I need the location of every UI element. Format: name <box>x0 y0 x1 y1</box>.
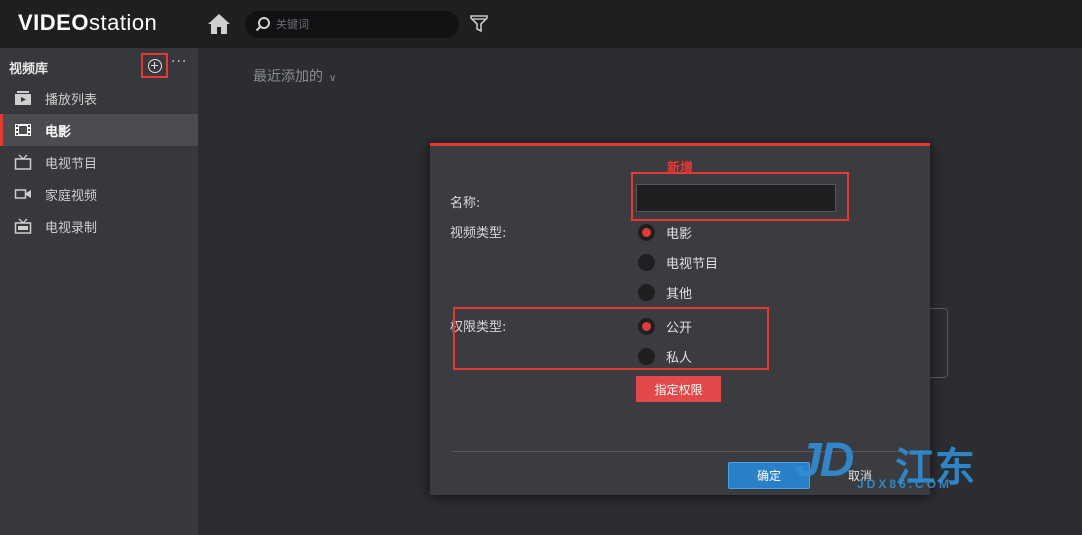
filter-icon[interactable] <box>469 14 489 34</box>
sidebar: 视频库 ··· 播放列表 电影 电视节目 家庭视频 电视录制 <box>0 48 198 535</box>
dialog-title: 新增 <box>666 161 693 176</box>
radio-video-type-other[interactable]: 其他 <box>638 283 692 302</box>
chevron-down-icon: ∨ <box>329 73 337 84</box>
sidebar-item-playlist[interactable]: 播放列表 <box>0 82 198 114</box>
permission-type-label: 权限类型: <box>450 320 507 335</box>
sidebar-item-label: 电影 <box>45 124 72 140</box>
radio-video-type-movie[interactable]: 电影 <box>638 223 692 242</box>
tv-record-icon <box>14 218 32 234</box>
sidebar-item-home-videos[interactable]: 家庭视频 <box>0 178 198 210</box>
radio-label: 电视节目 <box>666 257 719 272</box>
ok-button[interactable]: 确定 <box>728 462 810 489</box>
sidebar-item-label: 电视节目 <box>45 156 98 172</box>
radio-button-icon <box>638 284 655 301</box>
camcorder-icon <box>14 189 31 199</box>
video-type-label: 视频类型: <box>450 226 507 241</box>
radio-permission-public[interactable]: 公开 <box>638 317 692 336</box>
logo-bold-text: VIDEO <box>18 10 89 35</box>
playlist-icon <box>15 91 31 105</box>
library-nav: 播放列表 电影 电视节目 家庭视频 电视录制 <box>0 82 198 242</box>
more-options-button[interactable]: ··· <box>171 54 187 70</box>
radio-button-icon <box>638 348 655 365</box>
film-icon <box>15 124 31 136</box>
radio-label: 公开 <box>666 321 693 336</box>
app-logo: VIDEOstation <box>18 10 157 40</box>
plus-circle-icon <box>147 58 162 73</box>
sidebar-item-label: 电视录制 <box>45 220 98 236</box>
search-icon <box>255 17 270 32</box>
search-box[interactable] <box>245 11 459 38</box>
section-title: 最近添加的 <box>253 69 323 85</box>
sidebar-item-movies[interactable]: 电影 <box>0 114 198 146</box>
sidebar-item-tv-shows[interactable]: 电视节目 <box>0 146 198 178</box>
search-input[interactable] <box>276 15 446 34</box>
tv-icon <box>14 154 32 170</box>
sidebar-item-tv-recording[interactable]: 电视录制 <box>0 210 198 242</box>
sidebar-item-label: 播放列表 <box>45 92 98 108</box>
radio-video-type-tv[interactable]: 电视节目 <box>638 253 718 272</box>
logo-light-text: station <box>88 10 158 35</box>
top-bar: VIDEOstation <box>0 0 1082 48</box>
dialog-divider <box>452 451 908 452</box>
radio-button-icon <box>638 224 655 241</box>
radio-label: 私人 <box>666 351 693 366</box>
sidebar-item-label: 家庭视频 <box>45 188 98 204</box>
home-icon[interactable] <box>207 13 231 35</box>
name-input[interactable] <box>636 184 836 212</box>
radio-permission-private[interactable]: 私人 <box>638 347 692 366</box>
cancel-button[interactable]: 取消 <box>822 462 898 489</box>
add-library-button[interactable] <box>141 53 168 78</box>
radio-button-icon <box>638 318 655 335</box>
library-header: 视频库 <box>9 62 49 77</box>
assign-permission-button[interactable]: 指定权限 <box>636 376 721 402</box>
name-label: 名称: <box>450 196 481 211</box>
add-library-dialog: 新增 名称: 视频类型: 电影 电视节目 其他 权限类型: 公开 私人 指定权限… <box>430 143 930 495</box>
radio-button-icon <box>638 254 655 271</box>
recently-added-dropdown[interactable]: 最近添加的 ∨ <box>253 66 336 86</box>
radio-label: 其他 <box>666 287 693 302</box>
radio-label: 电影 <box>666 227 693 242</box>
